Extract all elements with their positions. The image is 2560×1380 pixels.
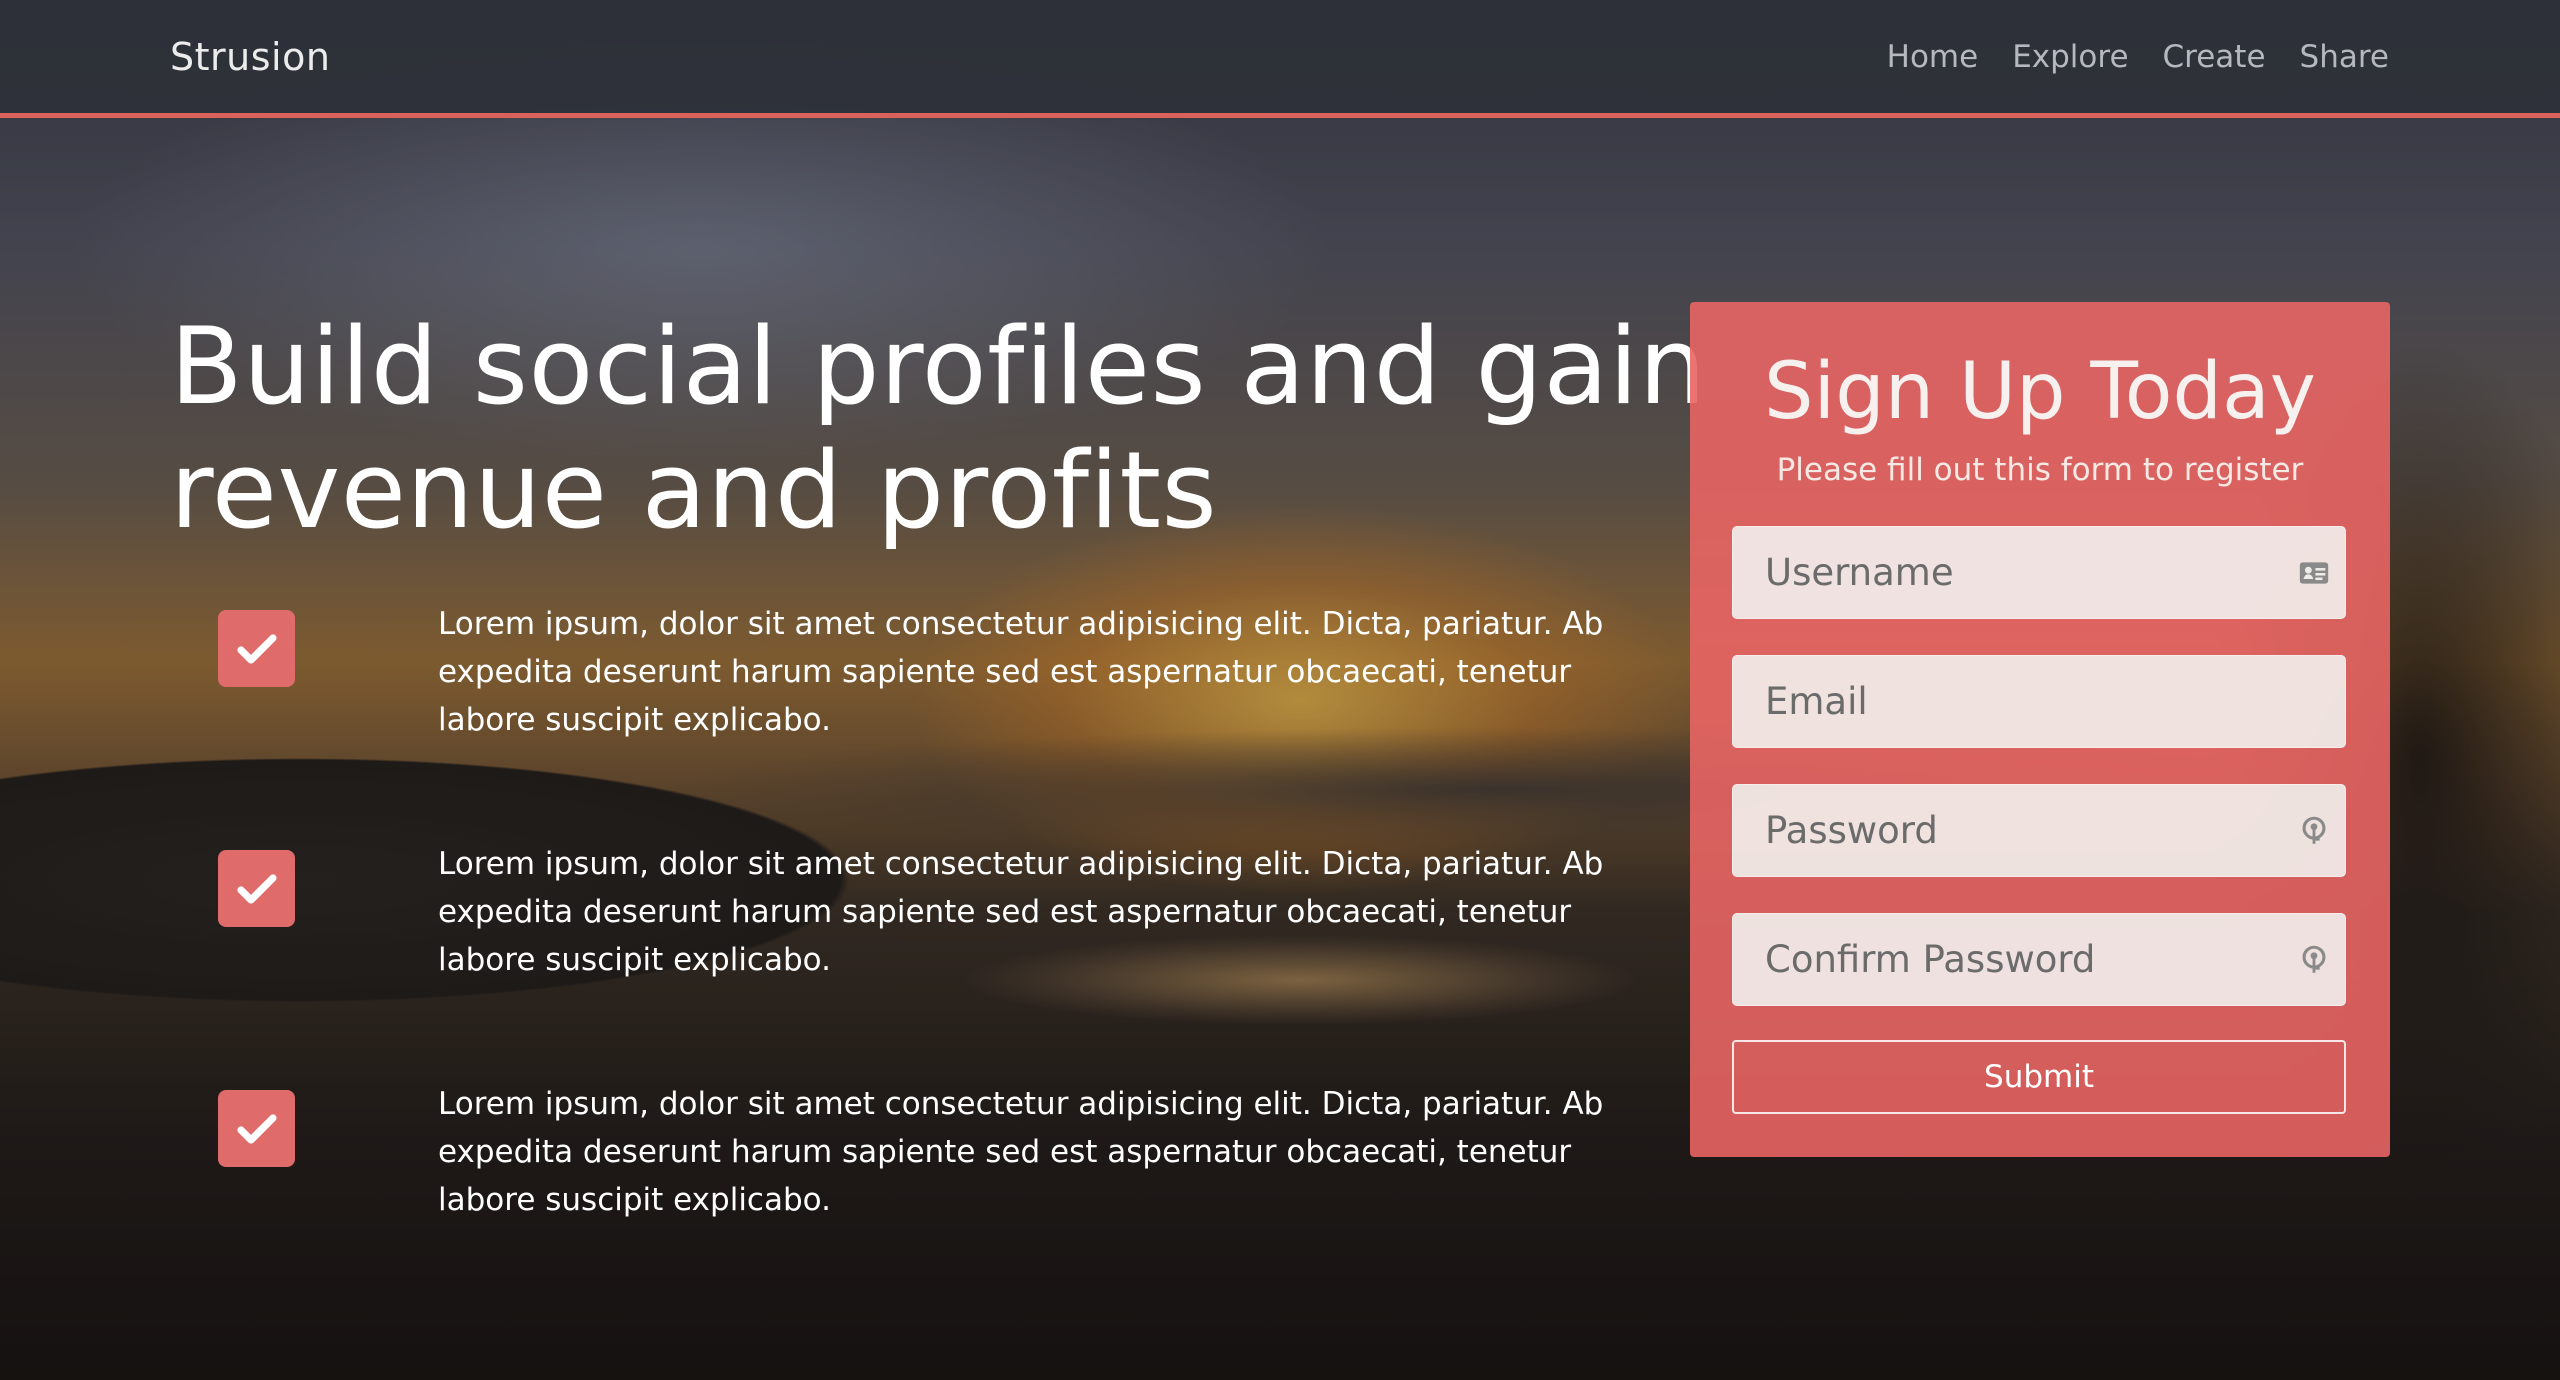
nav-links: Home Explore Create Share — [1887, 39, 2389, 75]
nav-link-share[interactable]: Share — [2300, 39, 2389, 75]
brand-logo[interactable]: Strusion — [170, 35, 330, 79]
key-icon — [2302, 816, 2326, 844]
password-field — [1732, 784, 2346, 877]
feature-text: Lorem ipsum, dolor sit amet consectetur … — [438, 1086, 1604, 1218]
navbar: Strusion Home Explore Create Share — [0, 0, 2560, 118]
check-icon — [218, 610, 295, 687]
check-icon — [218, 850, 295, 927]
signup-subtitle: Please fill out this form to register — [1776, 452, 2304, 488]
check-icon — [218, 1090, 295, 1167]
feature-item: Lorem ipsum, dolor sit amet consectetur … — [218, 606, 1618, 744]
signup-form: Sign Up Today Please fill out this form … — [1690, 302, 2390, 1157]
confirm-password-input[interactable] — [1733, 914, 2345, 1005]
password-input[interactable] — [1733, 785, 2345, 876]
username-field — [1732, 526, 2346, 619]
key-icon — [2302, 945, 2326, 973]
email-field — [1732, 655, 2346, 748]
email-input[interactable] — [1733, 656, 2345, 747]
hero-title: Build social profiles and gain revenue a… — [170, 305, 1707, 552]
landing-page: Strusion Home Explore Create Share Build… — [0, 0, 2560, 1380]
id-card-icon — [2299, 561, 2329, 584]
submit-button[interactable]: Submit — [1732, 1040, 2346, 1114]
nav-link-explore[interactable]: Explore — [2012, 39, 2128, 75]
feature-text: Lorem ipsum, dolor sit amet consectetur … — [438, 846, 1604, 978]
nav-link-home[interactable]: Home — [1887, 39, 1979, 75]
confirm-password-field — [1732, 913, 2346, 1006]
username-input[interactable] — [1733, 527, 2345, 618]
feature-item: Lorem ipsum, dolor sit amet consectetur … — [218, 1086, 1618, 1224]
nav-link-create[interactable]: Create — [2163, 39, 2266, 75]
feature-item: Lorem ipsum, dolor sit amet consectetur … — [218, 846, 1618, 984]
signup-title: Sign Up Today — [1764, 347, 2316, 437]
feature-text: Lorem ipsum, dolor sit amet consectetur … — [438, 606, 1604, 738]
